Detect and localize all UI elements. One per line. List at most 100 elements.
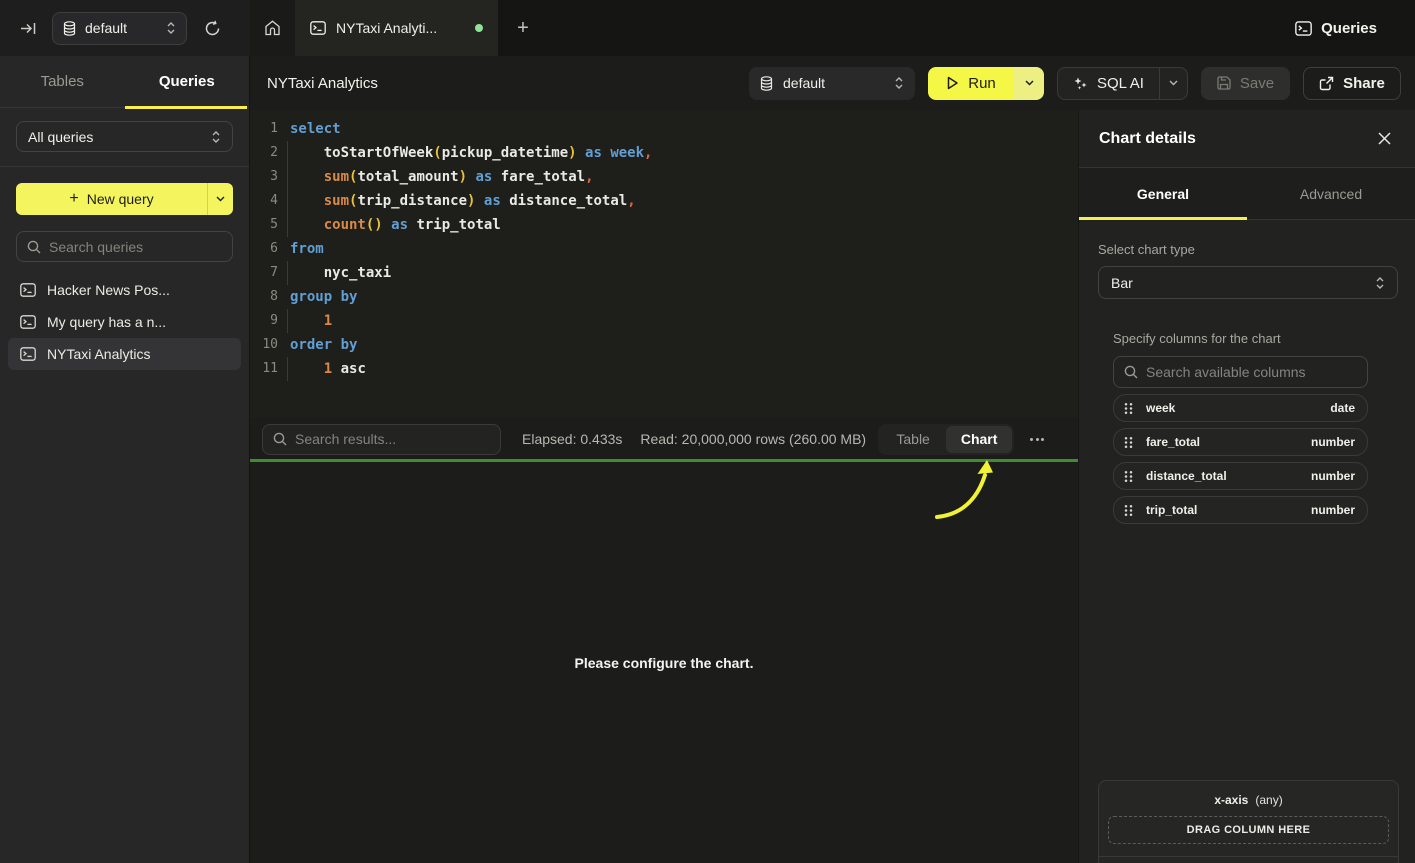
chart-type-select[interactable]: Bar bbox=[1098, 266, 1398, 299]
sql-ai-dropdown[interactable] bbox=[1159, 68, 1187, 99]
line-number: 5 bbox=[250, 213, 278, 237]
editor-line[interactable]: 8group by bbox=[250, 285, 1078, 309]
columns-label: Specify columns for the chart bbox=[1113, 331, 1398, 346]
column-name: fare_total bbox=[1146, 435, 1200, 449]
tab-general[interactable]: General bbox=[1079, 168, 1247, 219]
sql-editor[interactable]: 1 select2 toStartOfWeek(pickup_datetime) … bbox=[250, 110, 1078, 418]
editor-line[interactable]: 7 nyc_taxi bbox=[250, 261, 1078, 285]
editor-line[interactable]: 6from bbox=[250, 237, 1078, 261]
editor-line[interactable]: 4 sum(trip_distance) as distance_total, bbox=[250, 189, 1078, 213]
query-list-item[interactable]: My query has a n... bbox=[8, 306, 241, 338]
editor-line[interactable]: 3 sum(total_amount) as fare_total, bbox=[250, 165, 1078, 189]
collapse-sidebar-icon[interactable] bbox=[20, 21, 37, 36]
tab-tables-label: Tables bbox=[41, 73, 84, 90]
elapsed-time: Elapsed: 0.433s bbox=[522, 431, 622, 447]
editor-line[interactable]: 2 toStartOfWeek(pickup_datetime) as week… bbox=[250, 141, 1078, 165]
new-query-button[interactable]: + New query bbox=[16, 183, 233, 215]
column-chips: weekdate fare_total number distance_total… bbox=[1113, 394, 1398, 524]
close-icon[interactable] bbox=[1374, 128, 1395, 149]
query-filter-select[interactable]: All queries bbox=[16, 121, 233, 152]
new-query-row: + New query bbox=[0, 167, 249, 215]
search-queries-input[interactable] bbox=[49, 239, 222, 255]
new-tab-button[interactable]: + bbox=[498, 0, 548, 56]
drag-handle[interactable] bbox=[1124, 470, 1133, 483]
search-icon bbox=[1124, 365, 1138, 379]
editor-line[interactable]: 9 1 bbox=[250, 309, 1078, 333]
chart-details-panel: Chart details General Advanced Select ch… bbox=[1078, 110, 1415, 863]
drag-handle[interactable] bbox=[1124, 504, 1133, 517]
line-number: 8 bbox=[250, 285, 278, 309]
tab-general-label: General bbox=[1137, 186, 1189, 202]
tab-advanced[interactable]: Advanced bbox=[1247, 168, 1415, 219]
new-query-main[interactable]: + New query bbox=[16, 190, 207, 208]
line-number: 9 bbox=[250, 309, 278, 333]
x-axis-drop-text: DRAG COLUMN HERE bbox=[1187, 824, 1311, 836]
query-item-label: My query has a n... bbox=[47, 314, 166, 330]
column-name: distance_total bbox=[1146, 469, 1227, 483]
table-view-button[interactable]: Table bbox=[880, 426, 946, 453]
editor-line[interactable]: 5 count() as trip_total bbox=[250, 213, 1078, 237]
database-icon bbox=[63, 21, 76, 36]
query-list-item[interactable]: Hacker News Pos... bbox=[8, 274, 241, 306]
search-columns-input[interactable] bbox=[1146, 364, 1357, 380]
search-results-box[interactable] bbox=[262, 424, 501, 455]
code-text: 1 bbox=[290, 309, 332, 333]
topbar-left-section: default bbox=[0, 0, 250, 56]
column-chip[interactable]: distance_totalnumber bbox=[1113, 462, 1368, 490]
share-button[interactable]: Share bbox=[1303, 67, 1401, 100]
drag-handle[interactable] bbox=[1124, 436, 1133, 449]
home-tab[interactable] bbox=[250, 0, 295, 56]
run-button[interactable]: Run bbox=[928, 67, 1044, 100]
query-list-item[interactable]: NYTaxi Analytics bbox=[8, 338, 241, 370]
tab-nytaxi-analytics[interactable]: NYTaxi Analyti... bbox=[296, 0, 497, 56]
search-queries-box[interactable] bbox=[16, 231, 233, 262]
sidebar-tab-queries[interactable]: Queries bbox=[125, 56, 250, 107]
tab-strip: NYTaxi Analyti... + Queries bbox=[250, 0, 1415, 56]
terminal-icon bbox=[20, 347, 36, 361]
x-axis-drop-zone[interactable]: DRAG COLUMN HERE bbox=[1108, 816, 1389, 844]
x-axis-section: x-axis (any) DRAG COLUMN HERE bbox=[1099, 781, 1398, 856]
top-bar: default NYTaxi Analyti... + bbox=[0, 0, 1415, 56]
drag-handle-icon bbox=[1124, 470, 1133, 483]
column-chip[interactable]: weekdate bbox=[1113, 394, 1368, 422]
run-button-main[interactable]: Run bbox=[928, 67, 1014, 100]
database-selector[interactable]: default bbox=[52, 12, 187, 45]
editor-line[interactable]: 10order by bbox=[250, 333, 1078, 357]
new-query-dropdown[interactable] bbox=[207, 183, 233, 215]
sidebar-tab-tables[interactable]: Tables bbox=[0, 56, 125, 107]
column-chip[interactable]: trip_totalnumber bbox=[1113, 496, 1368, 524]
search-columns-box[interactable] bbox=[1113, 356, 1368, 388]
editor-line[interactable]: 1 select bbox=[250, 117, 1078, 141]
query-header: NYTaxi Analytics default Run bbox=[250, 56, 1415, 110]
refresh-icon[interactable] bbox=[204, 20, 221, 37]
query-list: Hacker News Pos... My query has a n... N… bbox=[0, 272, 249, 372]
query-filter-row: All queries bbox=[0, 108, 249, 167]
search-results-input[interactable] bbox=[295, 431, 490, 447]
database-selector[interactable]: default bbox=[749, 67, 915, 100]
column-type: number bbox=[1311, 435, 1355, 449]
query-item-label: NYTaxi Analytics bbox=[47, 346, 150, 362]
sql-ai-main[interactable]: SQL AI bbox=[1058, 68, 1159, 99]
drag-handle[interactable] bbox=[1124, 402, 1133, 415]
chart-view-button[interactable]: Chart bbox=[946, 426, 1012, 453]
line-number: 7 bbox=[250, 261, 278, 285]
drag-handle-icon bbox=[1124, 436, 1133, 449]
column-name: trip_total bbox=[1146, 503, 1197, 517]
save-button[interactable]: Save bbox=[1201, 67, 1290, 100]
code-text: select bbox=[290, 117, 341, 141]
line-number: 1 bbox=[250, 117, 278, 141]
panel-header: Chart details bbox=[1079, 110, 1415, 168]
sidebar-tabs: Tables Queries bbox=[0, 56, 249, 108]
line-number: 4 bbox=[250, 189, 278, 213]
plus-icon: + bbox=[517, 17, 529, 40]
column-chip[interactable]: fare_total number bbox=[1113, 428, 1368, 456]
chart-type-label: Select chart type bbox=[1098, 242, 1398, 257]
search-icon bbox=[27, 240, 41, 254]
queries-button[interactable]: Queries bbox=[1295, 20, 1377, 37]
play-icon bbox=[946, 76, 959, 90]
editor-line[interactable]: 11 1 asc bbox=[250, 357, 1078, 381]
run-options-dropdown[interactable] bbox=[1014, 67, 1044, 100]
sql-ai-button[interactable]: SQL AI bbox=[1057, 67, 1188, 100]
terminal-icon bbox=[20, 283, 36, 297]
more-options-icon[interactable] bbox=[1028, 432, 1046, 447]
